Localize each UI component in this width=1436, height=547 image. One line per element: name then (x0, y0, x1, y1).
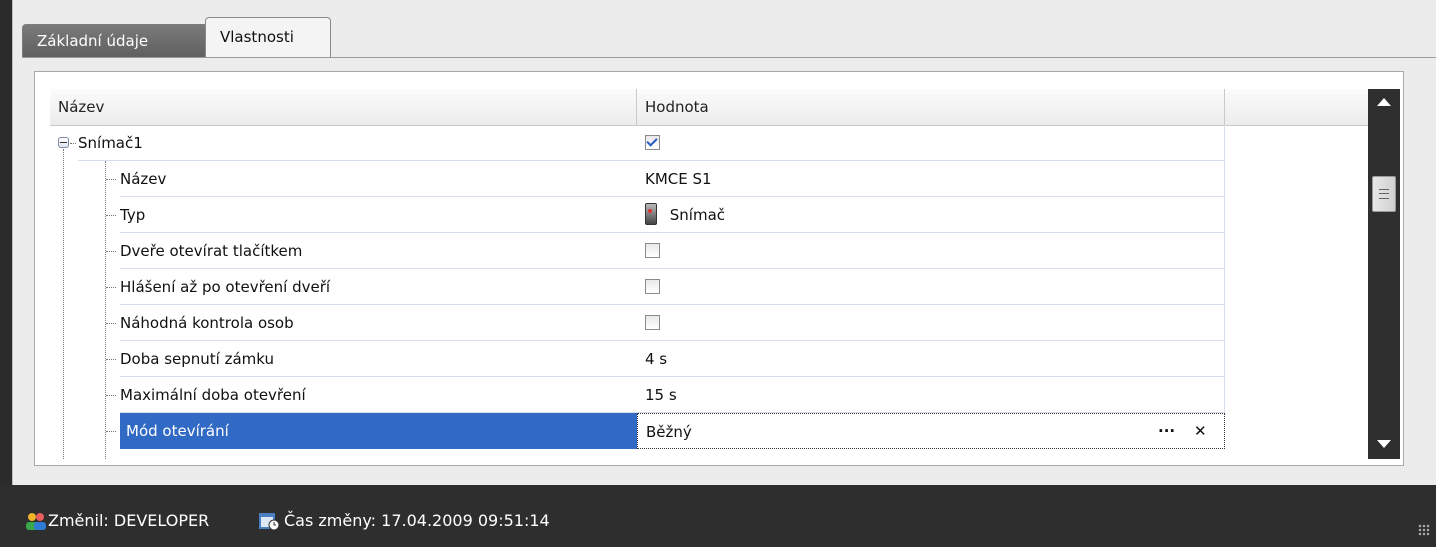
tree-root-label: Snímač1 (78, 134, 143, 152)
vertical-scrollbar[interactable] (1368, 89, 1400, 459)
property-value-cell[interactable]: Snímač (637, 197, 1225, 233)
property-label: Doba sepnutí zámku (120, 350, 275, 368)
root-enabled-checkbox[interactable] (645, 134, 660, 150)
clear-icon[interactable]: ✕ (1194, 414, 1207, 448)
property-label: Hlášení až po otevření dveří (120, 278, 331, 296)
property-label: Maximální doba otevření (120, 386, 306, 404)
tab-properties[interactable]: Vlastnosti (205, 17, 331, 57)
property-row-max-open-time[interactable]: Maximální doba otevření 15 s (50, 377, 1368, 413)
property-value: Snímač (669, 206, 726, 224)
root-enabled-cell[interactable] (637, 125, 1225, 161)
tree-connector (106, 179, 116, 180)
tree-connector (106, 359, 116, 360)
tree-connector (106, 431, 116, 432)
property-row-typ[interactable]: Typ Snímač (50, 197, 1368, 233)
arrow-up-icon (1377, 98, 1391, 106)
tree-connector (106, 215, 116, 216)
property-value[interactable]: 4 s (637, 341, 1225, 377)
changed-at-label: Čas změny: 17.04.2009 09:51:14 (284, 511, 550, 530)
property-label: Název (120, 170, 167, 188)
tree-connector (106, 251, 116, 252)
scroll-up-button[interactable] (1368, 89, 1400, 117)
users-icon (24, 500, 48, 547)
reader-device-icon (645, 202, 657, 225)
property-checkbox[interactable] (645, 242, 660, 258)
column-header-name[interactable]: Název (50, 89, 637, 125)
property-value-cell[interactable] (637, 305, 1225, 341)
tree-connector (106, 323, 116, 324)
ellipsis-button[interactable]: ··· (1158, 414, 1175, 448)
property-label: Náhodná kontrola osob (120, 314, 294, 332)
property-row-random-check[interactable]: Náhodná kontrola osob (50, 305, 1368, 341)
status-bar: Změnil: DEVELOPER Čas změny: 17.04.2009 … (0, 500, 1436, 542)
property-panel: Název Hodnota Snímač1 Název KMCE S1 Typ (34, 71, 1404, 466)
property-row-door-button[interactable]: Dveře otevírat tlačítkem (50, 233, 1368, 269)
property-checkbox[interactable] (645, 278, 660, 294)
tree-row-root[interactable]: Snímač1 (50, 125, 1368, 161)
grid-header: Název Hodnota (50, 89, 1368, 126)
calendar-clock-icon (258, 500, 280, 547)
property-grid: Název Hodnota Snímač1 Název KMCE S1 Typ (50, 89, 1368, 459)
property-label-selected: Mód otevírání (120, 413, 637, 449)
arrow-down-icon (1377, 440, 1391, 448)
property-checkbox[interactable] (645, 314, 660, 330)
tree-connector (106, 287, 116, 288)
scroll-down-button[interactable] (1368, 431, 1400, 459)
column-header-filler (1225, 89, 1368, 125)
property-label: Dveře otevírat tlačítkem (120, 242, 303, 260)
open-mode-editor[interactable]: Běžný ··· ✕ (637, 413, 1225, 449)
property-value[interactable]: KMCE S1 (637, 161, 1225, 197)
property-value: Běžný (646, 423, 692, 441)
property-row-open-mode[interactable]: Mód otevírání Běžný ··· ✕ (50, 413, 1368, 449)
property-value-cell[interactable] (637, 233, 1225, 269)
changed-by-label: Změnil: DEVELOPER (48, 511, 210, 530)
property-row-lock-time[interactable]: Doba sepnutí zámku 4 s (50, 341, 1368, 377)
property-row-report-after-open[interactable]: Hlášení až po otevření dveří (50, 269, 1368, 305)
tree-connector (106, 395, 116, 396)
property-value-cell[interactable] (637, 269, 1225, 305)
tree-connector (70, 143, 76, 144)
tab-basic-info[interactable]: Základní údaje (22, 24, 208, 58)
collapse-toggle-icon[interactable] (58, 137, 69, 148)
property-value[interactable]: 15 s (637, 377, 1225, 413)
property-label: Typ (120, 206, 146, 224)
left-frame-edge (0, 0, 12, 485)
column-header-value[interactable]: Hodnota (637, 89, 1225, 125)
scroll-thumb[interactable] (1372, 176, 1396, 212)
property-row-nazev[interactable]: Název KMCE S1 (50, 161, 1368, 197)
resize-grip-icon[interactable] (1418, 524, 1430, 536)
tab-divider (22, 57, 1436, 58)
